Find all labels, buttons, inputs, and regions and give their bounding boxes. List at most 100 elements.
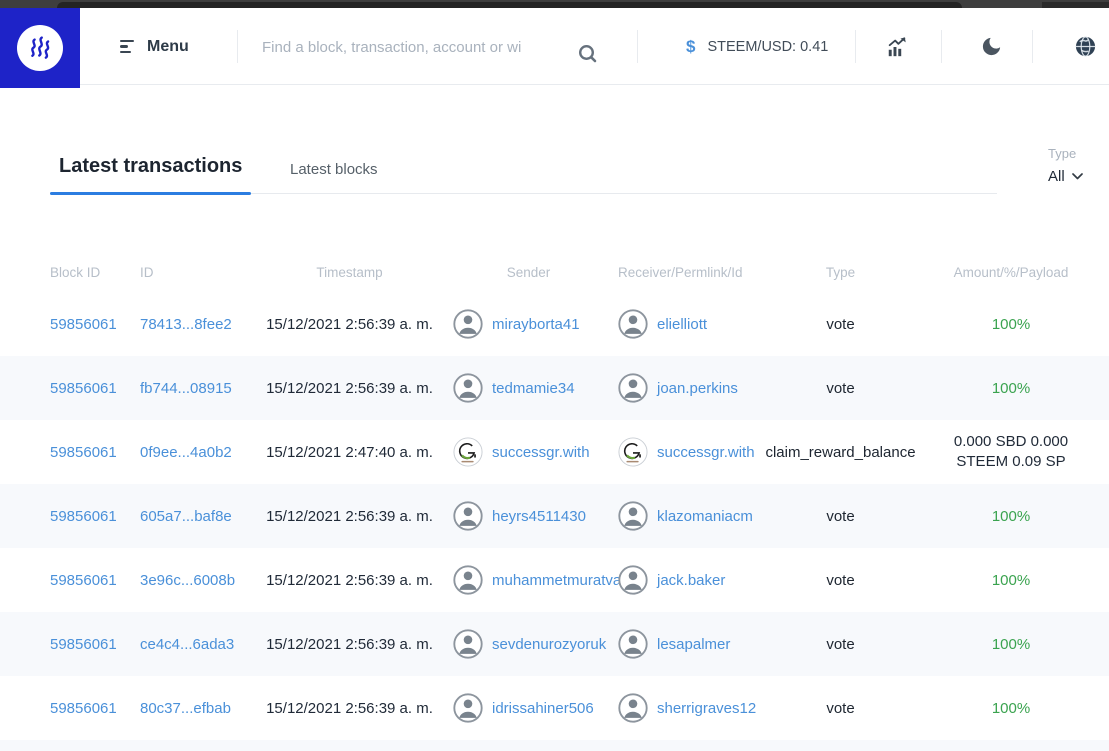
sender-link[interactable]: idrissahiner506 bbox=[492, 700, 594, 717]
tab-latest-blocks[interactable]: Latest blocks bbox=[290, 161, 378, 178]
sender-link[interactable]: sevdenurozyoruk bbox=[492, 636, 606, 653]
steem-logo[interactable] bbox=[0, 8, 80, 88]
header-divider bbox=[237, 30, 238, 63]
timestamp: 15/12/2021 2:47:40 a. m. bbox=[266, 443, 433, 461]
transaction-type: vote bbox=[826, 507, 855, 525]
col-header-amount: Amount/%/Payload bbox=[953, 265, 1069, 280]
header-divider bbox=[941, 30, 942, 63]
steem-logo-icon bbox=[17, 25, 63, 71]
transaction-type: vote bbox=[826, 699, 855, 717]
col-header-id: ID bbox=[140, 265, 154, 280]
user-avatar-icon[interactable] bbox=[453, 309, 483, 339]
block-id-link[interactable]: 59856061 bbox=[50, 380, 117, 397]
col-header-block-id: Block ID bbox=[50, 265, 101, 280]
transaction-id-link[interactable]: 80c37...efbab bbox=[140, 700, 231, 717]
tabs-bar: Latest transactions Latest blocks bbox=[50, 141, 997, 195]
receiver-link[interactable]: sherrigraves12 bbox=[657, 700, 756, 717]
amount-value: 100% bbox=[991, 379, 1031, 397]
header-divider bbox=[855, 30, 856, 63]
amount-payload: 0.000 SBD 0.000 STEEM 0.09 SP bbox=[953, 432, 1069, 470]
header-divider bbox=[637, 30, 638, 63]
search-icon bbox=[578, 44, 597, 63]
menu-button[interactable]: Menu bbox=[120, 8, 189, 85]
search-button[interactable] bbox=[576, 42, 600, 66]
amount-value: 100% bbox=[991, 635, 1031, 653]
transaction-id-link[interactable]: 605a7...baf8e bbox=[140, 508, 232, 525]
block-id-link[interactable]: 59856061 bbox=[50, 636, 117, 653]
amount-value: 100% bbox=[991, 507, 1031, 525]
table-row-partial bbox=[0, 740, 1109, 751]
transaction-type: vote bbox=[826, 379, 855, 397]
dark-mode-toggle[interactable] bbox=[980, 8, 1003, 85]
block-id-link[interactable]: 59856061 bbox=[50, 316, 117, 333]
transaction-id-link[interactable]: 78413...8fee2 bbox=[140, 316, 232, 333]
transaction-id-link[interactable]: 3e96c...6008b bbox=[140, 572, 235, 589]
table-row: 59856061 3e96c...6008b 15/12/2021 2:56:3… bbox=[0, 548, 1109, 612]
transaction-id-link[interactable]: 0f9ee...4a0b2 bbox=[140, 444, 232, 461]
table-row: 59856061 ce4c4...6ada3 15/12/2021 2:56:3… bbox=[0, 612, 1109, 676]
receiver-link[interactable]: elielliott bbox=[657, 316, 707, 333]
receiver-link[interactable]: joan.perkins bbox=[657, 380, 738, 397]
language-button[interactable] bbox=[1074, 8, 1097, 85]
col-header-sender: Sender bbox=[506, 265, 551, 280]
block-id-link[interactable]: 59856061 bbox=[50, 572, 117, 589]
custom-avatar-icon[interactable] bbox=[618, 437, 648, 467]
sender-link[interactable]: heyrs4511430 bbox=[492, 508, 586, 525]
col-header-type: Type bbox=[825, 265, 856, 280]
table-header-row: Block ID ID Timestamp Sender Receiver/Pe… bbox=[0, 253, 1109, 292]
dollar-icon: $ bbox=[686, 36, 696, 56]
user-avatar-icon[interactable] bbox=[618, 501, 648, 531]
globe-icon bbox=[1075, 36, 1096, 57]
transaction-type: claim_reward_balance bbox=[765, 443, 916, 461]
user-avatar-icon[interactable] bbox=[618, 373, 648, 403]
sender-link[interactable]: successgr.with bbox=[492, 444, 590, 461]
search-input[interactable] bbox=[262, 32, 562, 62]
user-avatar-icon[interactable] bbox=[618, 693, 648, 723]
timestamp: 15/12/2021 2:56:39 a. m. bbox=[266, 379, 433, 397]
moon-icon bbox=[982, 37, 1001, 56]
app-header: Menu $ STEEM/USD: 0.41 bbox=[0, 8, 1109, 88]
receiver-link[interactable]: lesapalmer bbox=[657, 636, 730, 653]
sender-link[interactable]: tedmamie34 bbox=[492, 380, 575, 397]
chevron-down-icon bbox=[1071, 173, 1083, 180]
receiver-link[interactable]: klazomaniacm bbox=[657, 508, 753, 525]
user-avatar-icon[interactable] bbox=[618, 629, 648, 659]
type-filter-dropdown[interactable]: All bbox=[1048, 168, 1083, 185]
menu-icon bbox=[120, 39, 134, 54]
market-chart-button[interactable] bbox=[886, 8, 908, 85]
amount-value: 100% bbox=[991, 571, 1031, 589]
sender-link[interactable]: muhammetmuratva bbox=[492, 572, 621, 589]
user-avatar-icon[interactable] bbox=[453, 629, 483, 659]
type-filter: Type All bbox=[1048, 146, 1083, 185]
timestamp: 15/12/2021 2:56:39 a. m. bbox=[266, 699, 433, 717]
user-avatar-icon[interactable] bbox=[453, 693, 483, 723]
transaction-id-link[interactable]: fb744...08915 bbox=[140, 380, 232, 397]
transaction-type: vote bbox=[826, 635, 855, 653]
user-avatar-icon[interactable] bbox=[453, 373, 483, 403]
chart-icon bbox=[888, 36, 906, 56]
receiver-link[interactable]: jack.baker bbox=[657, 572, 725, 589]
block-id-link[interactable]: 59856061 bbox=[50, 444, 117, 461]
browser-top-strip bbox=[0, 0, 1109, 8]
custom-avatar-icon[interactable] bbox=[453, 437, 483, 467]
price-ticker[interactable]: $ STEEM/USD: 0.41 bbox=[686, 8, 828, 85]
type-filter-label: Type bbox=[1048, 146, 1077, 161]
block-id-link[interactable]: 59856061 bbox=[50, 700, 117, 717]
user-avatar-icon[interactable] bbox=[618, 309, 648, 339]
receiver-link[interactable]: successgr.with bbox=[657, 444, 755, 461]
transactions-table: Block ID ID Timestamp Sender Receiver/Pe… bbox=[0, 253, 1109, 751]
user-avatar-icon[interactable] bbox=[618, 565, 648, 595]
table-row: 59856061 605a7...baf8e 15/12/2021 2:56:3… bbox=[0, 484, 1109, 548]
table-row: 59856061 78413...8fee2 15/12/2021 2:56:3… bbox=[0, 292, 1109, 356]
menu-label: Menu bbox=[147, 37, 189, 55]
user-avatar-icon[interactable] bbox=[453, 501, 483, 531]
user-avatar-icon[interactable] bbox=[453, 565, 483, 595]
tab-latest-transactions[interactable]: Latest transactions bbox=[50, 155, 252, 195]
timestamp: 15/12/2021 2:56:39 a. m. bbox=[266, 635, 433, 653]
block-id-link[interactable]: 59856061 bbox=[50, 508, 117, 525]
timestamp: 15/12/2021 2:56:39 a. m. bbox=[266, 571, 433, 589]
col-header-timestamp: Timestamp bbox=[316, 265, 383, 280]
sender-link[interactable]: mirayborta41 bbox=[492, 316, 580, 333]
header-divider bbox=[1032, 30, 1033, 63]
transaction-id-link[interactable]: ce4c4...6ada3 bbox=[140, 636, 234, 653]
